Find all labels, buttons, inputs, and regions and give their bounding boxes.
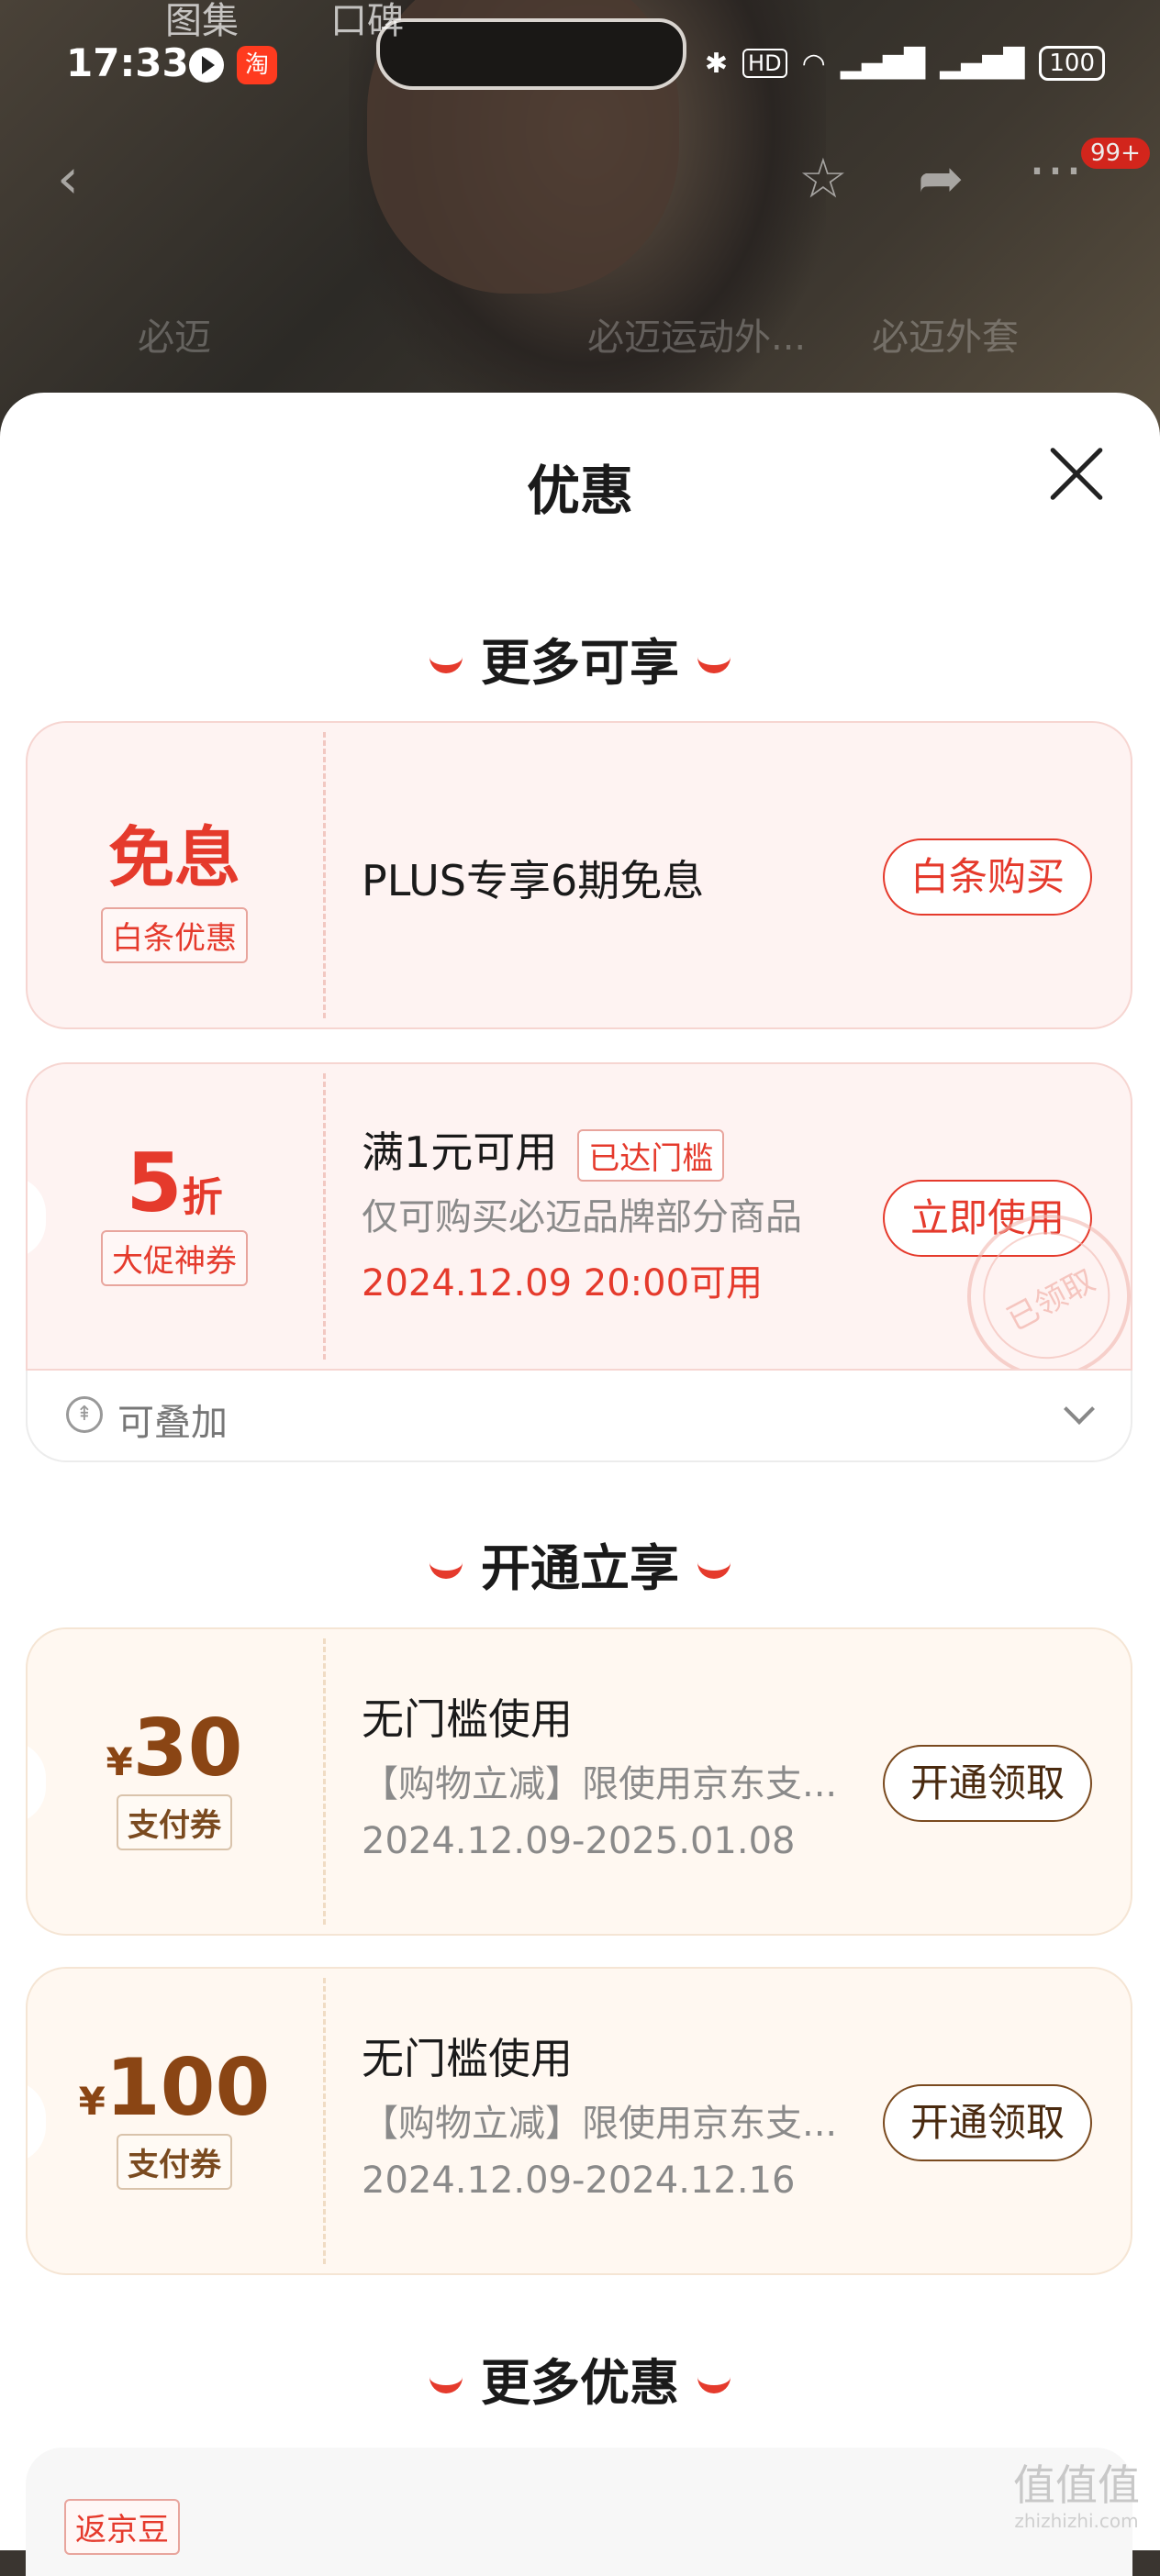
coupon-description: 仅可购买必迈品牌部分商品 xyxy=(362,1196,802,1238)
signal-icon-2: ▂▄▆█ xyxy=(940,47,1025,80)
coupon-type-tag: 大促神券 xyxy=(101,1230,248,1286)
coupon-title: 无门槛使用 xyxy=(362,2034,573,2083)
watermark-logo: 值值值 xyxy=(1013,2460,1140,2510)
back-icon[interactable]: ‹ xyxy=(57,147,79,211)
bg-chip-1: 必迈 xyxy=(138,316,211,359)
more-icon[interactable]: ⋯ xyxy=(1028,138,1083,202)
battery-icon: 100 xyxy=(1039,46,1105,81)
coupon-amount: 100 xyxy=(105,2042,271,2134)
coupon-left: 免息 白条优惠 xyxy=(28,723,321,1027)
video-app-icon xyxy=(189,48,224,83)
favorite-star-icon[interactable]: ☆ xyxy=(798,147,848,211)
threshold-reached-badge: 已达门槛 xyxy=(577,1129,725,1182)
smile-decoration-icon xyxy=(429,2369,463,2393)
message-badge: 99+ xyxy=(1081,138,1150,169)
smile-decoration-icon xyxy=(697,649,731,673)
wifi-icon: ◠ xyxy=(801,47,826,80)
coupon-left: 5折 大促神券 xyxy=(28,1064,321,1369)
promotion-sheet: 优惠 更多可享 免息 白条优惠 PLUS专享6期免息 白条购买 5折 大促神券 … xyxy=(0,393,1160,2550)
coupon-title: PLUS专享6期免息 xyxy=(362,856,705,905)
stackable-row[interactable]: ⇞ 可叠加 xyxy=(26,1371,1132,1462)
status-time: 17:33 xyxy=(66,40,189,85)
share-icon[interactable]: ➦ xyxy=(918,147,964,211)
activate-claim-button[interactable]: 开通领取 xyxy=(882,1745,1092,1822)
watermark-url: zhizhizhi.com xyxy=(1014,2510,1139,2532)
coupon-divider xyxy=(323,732,326,1018)
coupon-description: 【购物立减】限使用京东支... xyxy=(362,2103,838,2145)
coupon-title-row: 满1元可用 已达门槛 xyxy=(362,1119,725,1182)
coupon-title: 无门槛使用 xyxy=(362,1694,573,1744)
coupon-type-tag: 支付券 xyxy=(117,1794,232,1850)
hd-icon: HD xyxy=(742,49,787,78)
coupon-value: 免息 xyxy=(107,819,240,896)
status-bar: 17:33 淘 ✱ HD ◠ ▂▄▆█ ▂▄▆█ 100 xyxy=(0,0,1160,138)
status-icons: ✱ HD ◠ ▂▄▆█ ▂▄▆█ 100 xyxy=(705,46,1105,81)
coupon-left: ¥100 支付券 xyxy=(28,1969,321,2273)
coupon-divider xyxy=(323,1638,326,1925)
coupon-valid-date: 2024.12.09 20:00可用 xyxy=(362,1262,764,1305)
sheet-title: 优惠 xyxy=(526,460,633,522)
currency-symbol: ¥ xyxy=(78,2079,106,2124)
bluetooth-icon: ✱ xyxy=(704,47,729,80)
coupon-amount: 30 xyxy=(132,1703,243,1794)
close-icon[interactable] xyxy=(1046,443,1107,504)
jingdou-return-tag: 返京豆 xyxy=(64,2499,180,2555)
smile-decoration-icon xyxy=(429,649,463,673)
coupon-divider xyxy=(323,1978,326,2264)
chevron-down-icon[interactable] xyxy=(1064,1393,1095,1425)
coupon-type-tag: 白条优惠 xyxy=(101,907,248,963)
section-header-more-offers: 更多优惠 xyxy=(0,2342,1160,2415)
coupon-value: 5 xyxy=(126,1136,183,1230)
section-header-more-available: 更多可享 xyxy=(0,622,1160,694)
coupon-card-pay-100: ¥100 支付券 无门槛使用 【购物立减】限使用京东支... 2024.12.0… xyxy=(26,1967,1132,2275)
smile-decoration-icon xyxy=(697,2369,731,2393)
signal-icon: ▂▄▆█ xyxy=(840,47,926,80)
stack-icon: ⇞ xyxy=(66,1396,103,1433)
section-header-activate: 开通立享 xyxy=(0,1527,1160,1600)
section-title: 更多可享 xyxy=(481,634,679,692)
coupon-card-pay-30: ¥30 支付券 无门槛使用 【购物立减】限使用京东支... 2024.12.09… xyxy=(26,1627,1132,1936)
currency-symbol: ¥ xyxy=(106,1739,133,1784)
coupon-card-discount: 5折 大促神券 满1元可用 已达门槛 仅可购买必迈品牌部分商品 2024.12.0… xyxy=(26,1062,1132,1371)
coupon-type-tag: 支付券 xyxy=(117,2134,232,2190)
site-watermark: 值值值 zhizhizhi.com xyxy=(1013,2464,1140,2530)
smile-decoration-icon xyxy=(429,1554,463,1579)
more-offers-card: 返京豆 xyxy=(26,2448,1132,2576)
coupon-card-interest-free: 免息 白条优惠 PLUS专享6期免息 白条购买 xyxy=(26,721,1132,1029)
activate-claim-button[interactable]: 开通领取 xyxy=(882,2084,1092,2161)
coupon-valid-period: 2024.12.09-2025.01.08 xyxy=(362,1820,796,1862)
bg-chip-2: 必迈运动外... xyxy=(587,316,807,359)
coupon-left: ¥30 支付券 xyxy=(28,1629,321,1934)
coupon-unit: 折 xyxy=(182,1174,223,1221)
bg-chip-3: 必迈外套 xyxy=(872,316,1019,359)
coupon-title: 满1元可用 xyxy=(362,1127,558,1177)
stamp-text: 已领取 xyxy=(1000,1261,1101,1339)
coupon-valid-period: 2024.12.09-2024.12.16 xyxy=(362,2160,796,2202)
coupon-description: 【购物立减】限使用京东支... xyxy=(362,1763,838,1805)
stackable-label: 可叠加 xyxy=(117,1402,228,1444)
section-title: 开通立享 xyxy=(481,1539,679,1597)
baitiao-buy-button[interactable]: 白条购买 xyxy=(882,838,1092,916)
taobao-app-icon: 淘 xyxy=(237,46,277,84)
coupon-divider xyxy=(323,1073,326,1360)
section-title: 更多优惠 xyxy=(481,2354,679,2412)
smile-decoration-icon xyxy=(697,1554,731,1579)
